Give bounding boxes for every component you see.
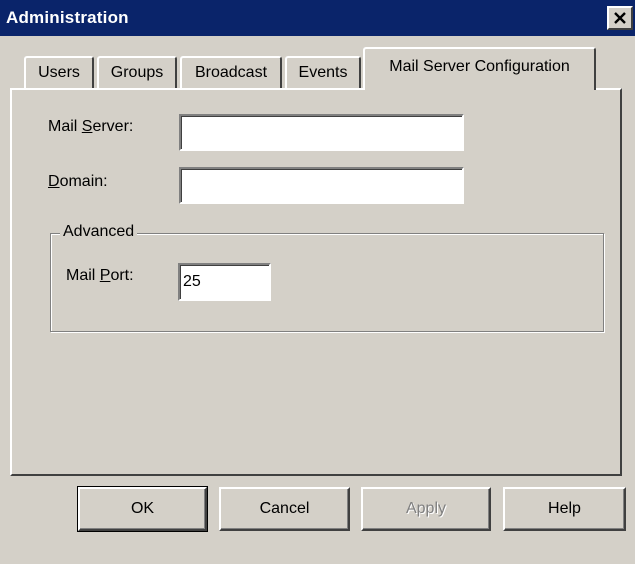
tab-groups-label: Groups (110, 64, 164, 81)
domain-label-mnemonic: D (48, 173, 60, 190)
tab-events-label: Events (298, 64, 348, 81)
help-button[interactable]: Help (503, 487, 626, 531)
tab-events[interactable]: Events (285, 56, 361, 88)
mail-port-label: Mail Port: (66, 267, 134, 285)
mail-server-label-suffix: erver: (92, 118, 134, 135)
mail-port-label-mnemonic: P (99, 267, 111, 284)
domain-label: Domain: (48, 173, 108, 191)
ok-button-label: OK (130, 500, 155, 517)
cancel-button-label: Cancel (259, 500, 310, 517)
mail-port-input[interactable] (178, 263, 271, 301)
tab-broadcast-label: Broadcast (194, 64, 268, 81)
title-bar: Administration (0, 0, 635, 36)
close-button[interactable] (607, 6, 633, 30)
mail-server-label-mnemonic: S (81, 118, 93, 135)
mail-server-label-prefix: Mail (48, 118, 82, 135)
tab-users-label: Users (38, 64, 80, 81)
tab-groups[interactable]: Groups (97, 56, 177, 88)
tab-mail-server-configuration-label: Mail Server Configuration (389, 57, 570, 75)
tab-mail-server-configuration[interactable]: Mail Server Configuration (363, 47, 596, 90)
domain-input[interactable] (179, 167, 464, 204)
mail-port-label-suffix: ort: (110, 267, 134, 284)
window-title: Administration (6, 8, 129, 27)
close-icon (614, 12, 626, 24)
help-button-label: Help (548, 500, 581, 517)
tab-panel: Mail Server: Domain: Advanced Mail Port: (10, 88, 622, 476)
mail-server-input[interactable] (179, 114, 464, 151)
mail-port-label-prefix: Mail (66, 267, 100, 284)
mail-server-label: Mail Server: (48, 118, 133, 136)
tab-users[interactable]: Users (24, 56, 94, 88)
apply-button[interactable]: Apply (361, 487, 491, 531)
ok-button[interactable]: OK (77, 486, 208, 532)
advanced-group-legend: Advanced (60, 223, 138, 241)
tab-broadcast[interactable]: Broadcast (180, 56, 282, 88)
cancel-button[interactable]: Cancel (219, 487, 350, 531)
apply-button-label: Apply (405, 500, 447, 517)
domain-label-suffix: omain: (59, 173, 108, 190)
